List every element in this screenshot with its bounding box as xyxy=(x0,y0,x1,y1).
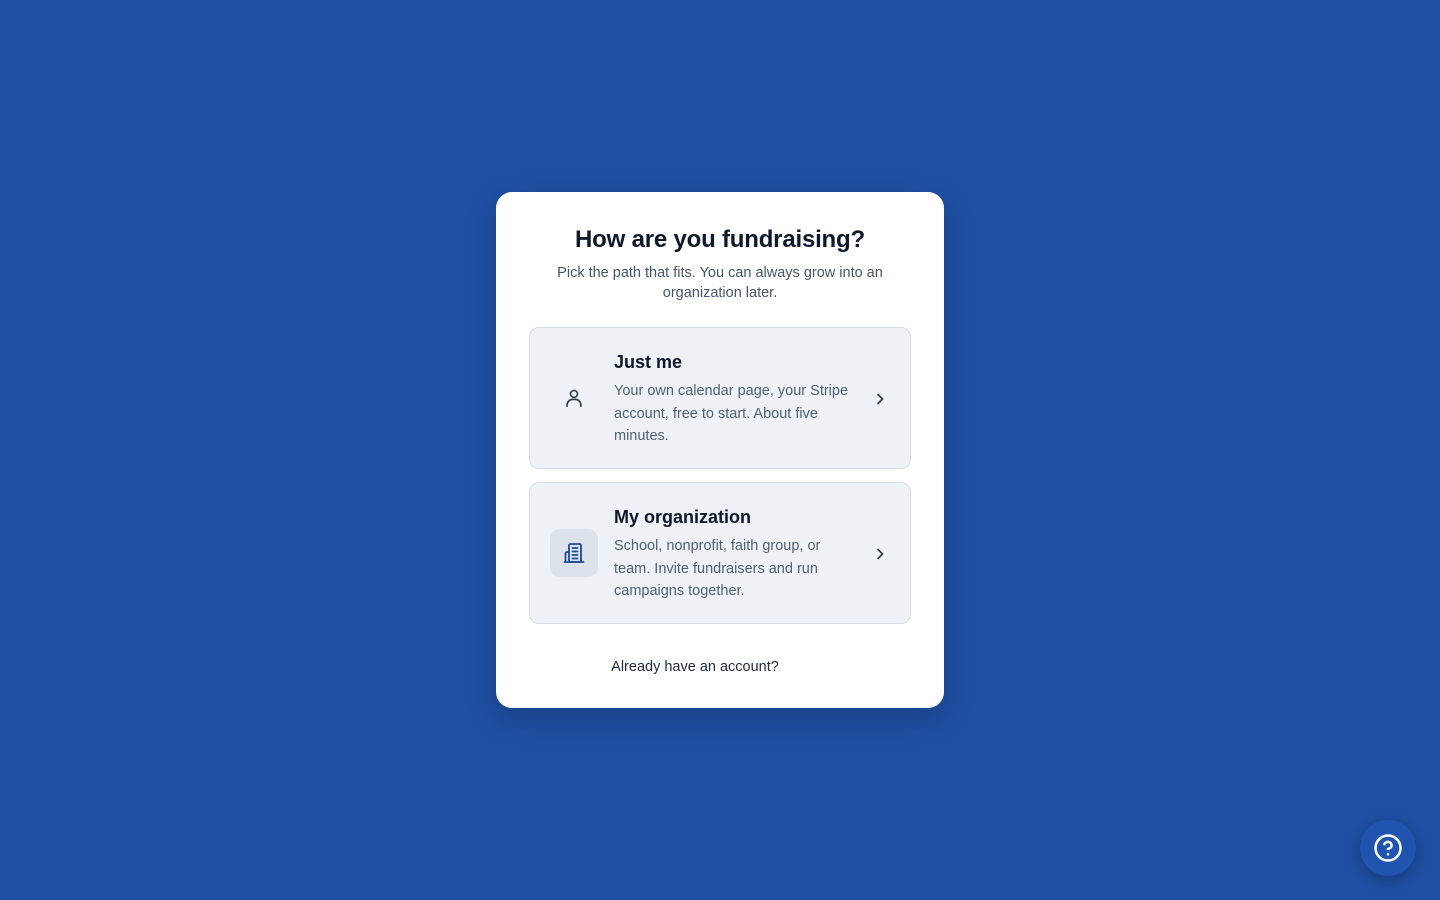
option-title: My organization xyxy=(614,507,752,527)
chevron-right-icon xyxy=(877,548,884,560)
chevron-right-icon xyxy=(877,393,884,405)
option-description: Your own calendar page, your Stripe acco… xyxy=(614,383,849,444)
help-icon xyxy=(1374,834,1402,862)
option-title: Just me xyxy=(614,352,683,372)
signin-link[interactable]: Already have an account? xyxy=(529,657,911,677)
option-just-me[interactable]: Just me Your own calendar page, your Str… xyxy=(529,327,911,469)
option-my-organization[interactable]: My organization School, nonprofit, faith… xyxy=(529,482,911,624)
building-icon xyxy=(550,529,598,577)
option-text: My organization School, nonprofit, faith… xyxy=(614,505,850,603)
page-subtitle: Pick the path that fits. You can always … xyxy=(557,265,883,301)
option-description: School, nonprofit, faith group, or team.… xyxy=(614,538,821,599)
help-button[interactable] xyxy=(1360,820,1416,876)
option-text: Just me Your own calendar page, your Str… xyxy=(614,350,850,448)
page-title: How are you fundraising? xyxy=(575,226,865,253)
onboarding-card: How are you fundraising? Pick the path t… xyxy=(496,192,944,708)
person-icon xyxy=(550,374,598,422)
